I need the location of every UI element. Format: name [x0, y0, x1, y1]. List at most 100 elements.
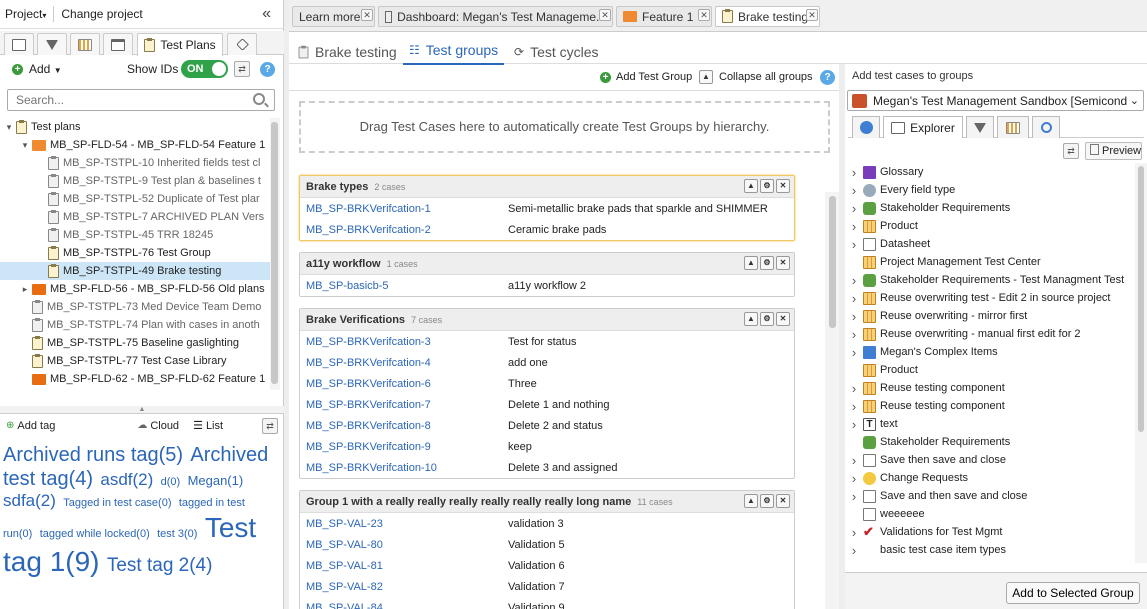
test-case-row[interactable]: MB_SP-basicb-5 a11y workflow 2 [300, 275, 794, 296]
explorer-item[interactable]: › Ttext [845, 415, 1135, 433]
test-case-id-link[interactable]: MB_SP-BRKVerifcation-7 [306, 399, 431, 411]
remove-group-icon[interactable]: ✕ [776, 256, 790, 270]
tree-item[interactable]: ▾ MB_SP-FLD-54 - MB_SP-FLD-54 Feature 1 [0, 136, 270, 154]
tab-test-plans[interactable]: Test Plans [137, 33, 223, 56]
explorer-item[interactable]: › Save and then save and close [845, 487, 1135, 505]
collapse-panel-icon[interactable]: « [262, 5, 271, 23]
refresh-button[interactable]: ⇄ [234, 61, 250, 77]
test-case-row[interactable]: MB_SP-BRKVerifcation-10 Delete 3 and assi… [300, 457, 794, 478]
close-icon[interactable]: ✕ [806, 9, 818, 21]
tab-dashboard[interactable]: Dashboard: Megan's Test Manageme... ✕ [378, 6, 613, 27]
tree-item[interactable]: ▾ Test plans [0, 118, 270, 136]
expand-toggle-icon[interactable]: ▾ [20, 140, 30, 151]
close-icon[interactable]: ✕ [698, 9, 710, 21]
search-icon[interactable] [253, 93, 265, 105]
explorer-item[interactable]: › Reuse overwriting test - Edit 2 in sour… [845, 289, 1135, 307]
expand-toggle-icon[interactable]: › [845, 237, 863, 252]
tree-splitter[interactable]: ▲ [0, 406, 284, 413]
groups-scrollbar-thumb[interactable] [829, 196, 836, 328]
collapse-group-icon[interactable]: ▲ [744, 179, 758, 193]
collapse-group-icon[interactable]: ▲ [744, 256, 758, 270]
tree-item[interactable]: ▸ MB_SP-FLD-56 - MB_SP-FLD-56 Old plans [0, 280, 270, 298]
subtab-test-cycles[interactable]: ⟳ Test cycles [514, 41, 599, 63]
tab-brake-testing[interactable]: Brake testing ✕ [715, 6, 820, 27]
subtab-test-groups[interactable]: ☷ Test groups [403, 41, 505, 65]
explorer-item[interactable]: › Change Requests [845, 469, 1135, 487]
test-case-row[interactable]: MB_SP-VAL-81 Validation 6 [300, 555, 794, 576]
tab-explorer[interactable]: Explorer [883, 116, 963, 138]
expand-toggle-icon[interactable]: › [845, 183, 863, 198]
test-case-row[interactable]: MB_SP-VAL-23 validation 3 [300, 513, 794, 534]
tree-scrollbar-thumb[interactable] [271, 122, 278, 384]
explorer-item[interactable]: › Stakeholder Requirements [845, 199, 1135, 217]
explorer-scrollbar-thumb[interactable] [1138, 166, 1144, 432]
tag-link[interactable]: test 3(0) [157, 528, 197, 540]
group-settings-icon[interactable]: ⚙ [760, 256, 774, 270]
explorer-item[interactable]: › Datasheet [845, 235, 1135, 253]
expand-toggle-icon[interactable]: › [845, 399, 863, 414]
expand-toggle-icon[interactable]: › [845, 453, 863, 468]
tag-link[interactable]: d(0) [161, 476, 181, 488]
help-icon[interactable]: ? [260, 62, 275, 77]
add-to-selected-group-button[interactable]: Add to Selected Group [1006, 582, 1140, 604]
explorer-item[interactable]: › Stakeholder Requirements - Test Managme… [845, 271, 1135, 289]
explorer-item[interactable]: Project Management Test Center [845, 253, 1135, 271]
test-group[interactable]: Brake Verifications 7 cases ▲ ⚙ ✕ MB_SP-BRKVe… [299, 308, 795, 479]
group-settings-icon[interactable]: ⚙ [760, 494, 774, 508]
change-project-link[interactable]: Change project [61, 7, 142, 21]
test-group[interactable]: Brake types 2 cases ▲ ⚙ ✕ MB_SP-BRKVerifcatio… [299, 175, 795, 241]
test-case-row[interactable]: MB_SP-BRKVerifcation-4 add one [300, 352, 794, 373]
close-icon[interactable]: ✕ [361, 9, 373, 21]
tree-item[interactable]: MB_SP-TSTPL-76 Test Group [0, 244, 270, 262]
tree-item[interactable]: MB_SP-TSTPL-77 Test Case Library [0, 352, 270, 370]
test-case-row[interactable]: MB_SP-VAL-80 Validation 5 [300, 534, 794, 555]
tab-feature-1[interactable]: Feature 1 ✕ [616, 6, 712, 27]
explorer-item[interactable]: › Reuse testing component [845, 379, 1135, 397]
test-case-id-link[interactable]: MB_SP-BRKVerifcation-3 [306, 336, 431, 348]
tree-item[interactable]: MB_SP-TSTPL-9 Test plan & baselines t [0, 172, 270, 190]
group-settings-icon[interactable]: ⚙ [760, 312, 774, 326]
test-case-id-link[interactable]: MB_SP-BRKVerifcation-6 [306, 378, 431, 390]
tree-item[interactable]: MB_SP-TSTPL-74 Plan with cases in anoth [0, 316, 270, 334]
test-group[interactable]: a11y workflow 1 cases ▲ ⚙ ✕ MB_SP-basicb-5 a11… [299, 252, 795, 297]
list-button[interactable]: List [206, 420, 223, 432]
tab-calendar[interactable] [997, 116, 1029, 138]
search-input[interactable] [7, 89, 275, 111]
expand-toggle-icon[interactable]: ▾ [4, 122, 14, 133]
test-case-row[interactable]: MB_SP-BRKVerifcation-6 Three [300, 373, 794, 394]
remove-group-icon[interactable]: ✕ [776, 494, 790, 508]
test-case-id-link[interactable]: MB_SP-VAL-81 [306, 560, 383, 572]
test-case-row[interactable]: MB_SP-BRKVerifcation-9 keep [300, 436, 794, 457]
tag-link[interactable]: tagged while locked(0) [40, 528, 150, 540]
explorer-item[interactable]: › Megan's Complex Items [845, 343, 1135, 361]
tab-search[interactable] [1032, 116, 1060, 138]
tab-window[interactable] [103, 33, 133, 55]
explorer-item[interactable]: weeeeee [845, 505, 1135, 523]
tree-item[interactable]: MB_SP-TSTPL-10 Inherited fields test cl [0, 154, 270, 172]
expand-toggle-icon[interactable]: › [845, 219, 863, 234]
test-group-header[interactable]: Group 1 with a really really really real… [300, 491, 794, 513]
expand-toggle-icon[interactable]: › [845, 201, 863, 216]
project-select[interactable]: Megan's Test Management Sandbox [Semicon… [847, 90, 1144, 111]
test-group[interactable]: Group 1 with a really really really real… [299, 490, 795, 609]
drop-zone[interactable]: Drag Test Cases here to automatically cr… [299, 101, 830, 153]
test-case-id-link[interactable]: MB_SP-BRKVerifcation-2 [306, 224, 431, 236]
collapse-all-groups-button[interactable]: Collapse all groups [719, 71, 813, 83]
show-ids-toggle[interactable]: ON [181, 60, 228, 78]
explorer-item[interactable]: › Reuse overwriting - mirror first [845, 307, 1135, 325]
test-group-header[interactable]: Brake Verifications 7 cases ▲ ⚙ ✕ [300, 309, 794, 331]
test-case-row[interactable]: MB_SP-BRKVerifcation-2 Ceramic brake pads [300, 219, 794, 240]
tree-item[interactable]: MB_SP-TSTPL-73 Med Device Team Demo [0, 298, 270, 316]
expand-toggle-icon[interactable]: › [845, 417, 863, 432]
tab-filter[interactable] [966, 116, 994, 138]
test-case-row[interactable]: MB_SP-VAL-82 Validation 7 [300, 576, 794, 597]
explorer-item[interactable]: › Glossary [845, 163, 1135, 181]
expand-toggle-icon[interactable]: › [845, 327, 863, 342]
test-case-id-link[interactable]: MB_SP-BRKVerifcation-9 [306, 441, 431, 453]
explorer-item[interactable]: › Reuse testing component [845, 397, 1135, 415]
remove-group-icon[interactable]: ✕ [776, 312, 790, 326]
explorer-item[interactable]: › basic test case item types [845, 541, 1135, 559]
expand-toggle-icon[interactable]: › [845, 165, 863, 180]
preview-button[interactable]: Preview [1085, 142, 1142, 160]
test-case-id-link[interactable]: MB_SP-VAL-82 [306, 581, 383, 593]
